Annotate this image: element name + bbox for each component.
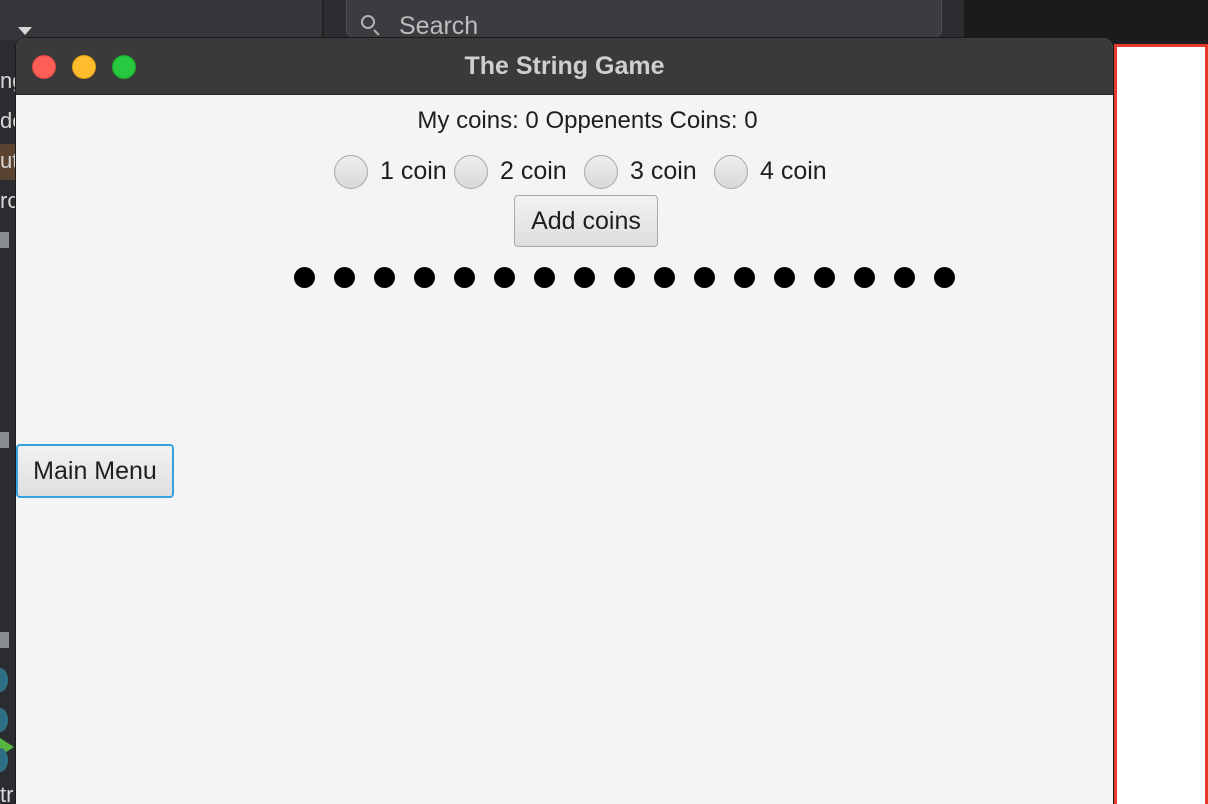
string-dot	[814, 267, 835, 288]
radio-button-circle[interactable]	[714, 155, 748, 189]
background-divider	[322, 0, 324, 40]
background-search-field[interactable]: Search	[346, 0, 942, 40]
desktop: Search ng de ut rc tr The String Game My…	[0, 0, 1208, 804]
string-dot	[374, 267, 395, 288]
string-dot	[894, 267, 915, 288]
radio-button-circle[interactable]	[334, 155, 368, 189]
radio-button-circle[interactable]	[454, 155, 488, 189]
red-highlight-panel	[1114, 44, 1208, 804]
search-icon	[361, 15, 375, 29]
background-marker	[0, 632, 9, 648]
string-dot	[774, 267, 795, 288]
radio-label[interactable]: 1 coin	[380, 157, 447, 186]
string-dot	[654, 267, 675, 288]
radio-label[interactable]: 2 coin	[500, 157, 567, 186]
background-right-area	[964, 0, 1208, 40]
string-dot	[734, 267, 755, 288]
string-dot	[934, 267, 955, 288]
background-marker	[0, 232, 9, 248]
radio-button-circle[interactable]	[584, 155, 618, 189]
string-dot	[854, 267, 875, 288]
string-dot	[694, 267, 715, 288]
window-title: The String Game	[464, 52, 665, 80]
string-dot	[454, 267, 475, 288]
add-coins-button[interactable]: Add coins	[514, 195, 658, 247]
string-dot	[414, 267, 435, 288]
app-window: The String Game My coins: 0 Oppenents Co…	[16, 38, 1113, 804]
string-dot	[614, 267, 635, 288]
chevron-down-icon[interactable]	[18, 27, 32, 35]
window-titlebar[interactable]: The String Game	[16, 38, 1113, 95]
game-content: My coins: 0 Oppenents Coins: 0 1 coin 2 …	[16, 95, 1113, 804]
main-menu-button[interactable]: Main Menu	[16, 444, 174, 498]
radio-label[interactable]: 3 coin	[630, 157, 697, 186]
string-dot	[334, 267, 355, 288]
background-project-panel	[0, 0, 322, 40]
string-dot	[574, 267, 595, 288]
coin-score-label: My coins: 0 Oppenents Coins: 0	[417, 107, 758, 134]
search-placeholder: Search	[399, 12, 479, 40]
background-marker	[0, 432, 9, 448]
radio-label[interactable]: 4 coin	[760, 157, 827, 186]
string-dot	[534, 267, 555, 288]
string-dot	[294, 267, 315, 288]
string-dot	[494, 267, 515, 288]
